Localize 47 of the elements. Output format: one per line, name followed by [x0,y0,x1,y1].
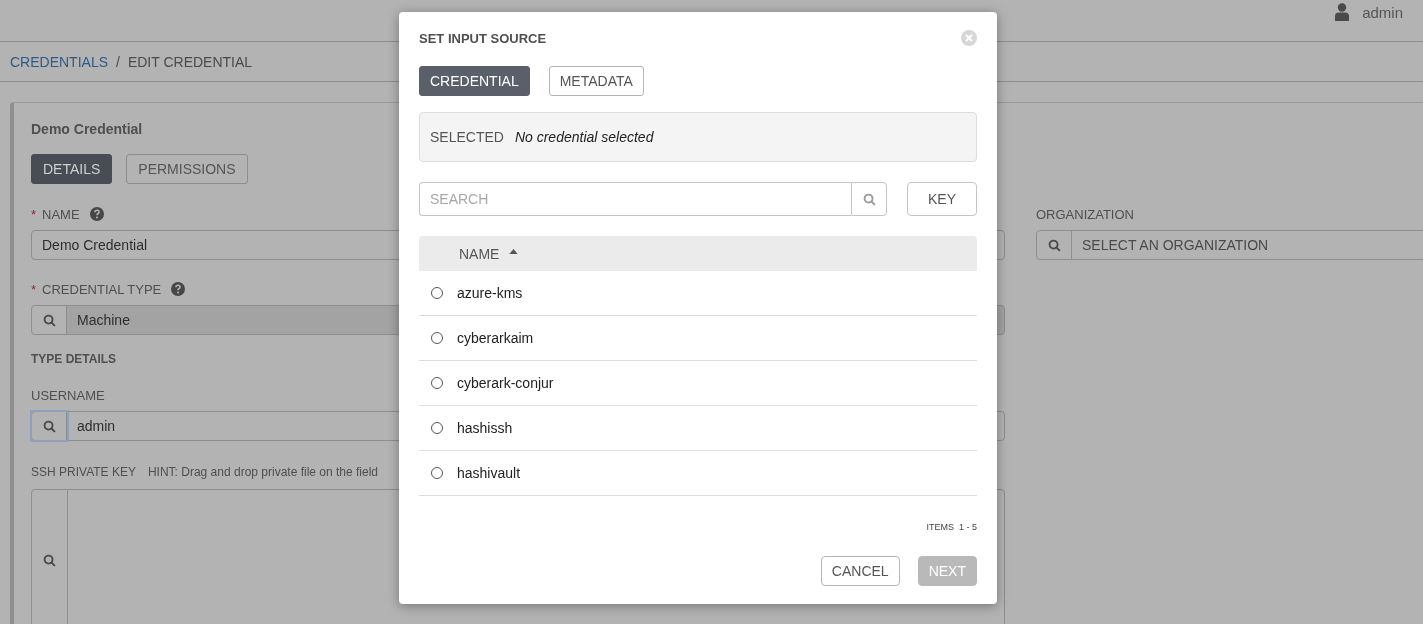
lookup-field[interactable]: SELECT AN ORGANIZATION [1036,230,1423,260]
table-cell: cyberark-conjur [457,375,554,391]
search-icon [42,419,56,433]
search-button[interactable] [851,182,887,216]
sort-icon[interactable] [509,249,519,254]
field-label: ORGANIZATION [1036,206,1134,222]
section-title: TYPE DETAILS [31,352,118,366]
items-label: ITEMS [926,522,954,532]
field-label: SSH PRIVATE KEY [31,465,136,479]
breadcrumb-current: EDIT CREDENTIAL [127,53,253,70]
selection-value: No credential selected [514,129,654,145]
field-label: USERNAME [31,387,105,403]
cancel-button[interactable]: CANCEL [820,556,900,586]
tab[interactable]: CREDENTIAL [419,66,530,96]
help-icon[interactable] [171,282,186,296]
field-placeholder: SELECT AN ORGANIZATION [1081,237,1269,253]
selection-label: SELECTED [430,129,504,145]
key-button[interactable]: KEY [907,182,977,216]
field-label: CREDENTIAL TYPE [42,281,162,297]
table-cell: hashissh [457,420,513,436]
user-icon [1334,3,1351,21]
field-value: admin [76,418,116,434]
search-field[interactable]: SEARCH [419,182,851,216]
breadcrumb-link[interactable]: CREDENTIALS [10,53,109,70]
search-icon [1047,238,1061,252]
required-mark: * [31,281,37,297]
tab[interactable]: PERMISSIONS [126,154,248,184]
search-icon [42,313,56,327]
field-label: NAME [42,206,80,222]
field-value: Demo Credential [42,237,148,253]
tab[interactable]: DETAILS [31,154,113,184]
items-range: 1 - 5 [959,522,977,532]
column-header[interactable]: NAME [459,245,500,262]
help-icon[interactable] [89,207,104,221]
card-title: Demo Credential [31,121,143,137]
required-mark: * [31,206,37,222]
search-icon [43,553,56,567]
table-cell: azure-kms [457,285,523,301]
tab[interactable]: METADATA [548,66,644,96]
table-cell: hashivault [457,465,521,481]
modal-title: SET INPUT SOURCE [419,30,547,46]
user-name[interactable]: admin [1362,3,1403,21]
breadcrumb-separator: / [116,53,120,70]
field-hint: HINT: Drag and drop private file on the field [147,465,379,479]
field-value: Machine [76,312,130,328]
search-icon [862,192,876,206]
table-cell: cyberarkaim [457,330,534,346]
